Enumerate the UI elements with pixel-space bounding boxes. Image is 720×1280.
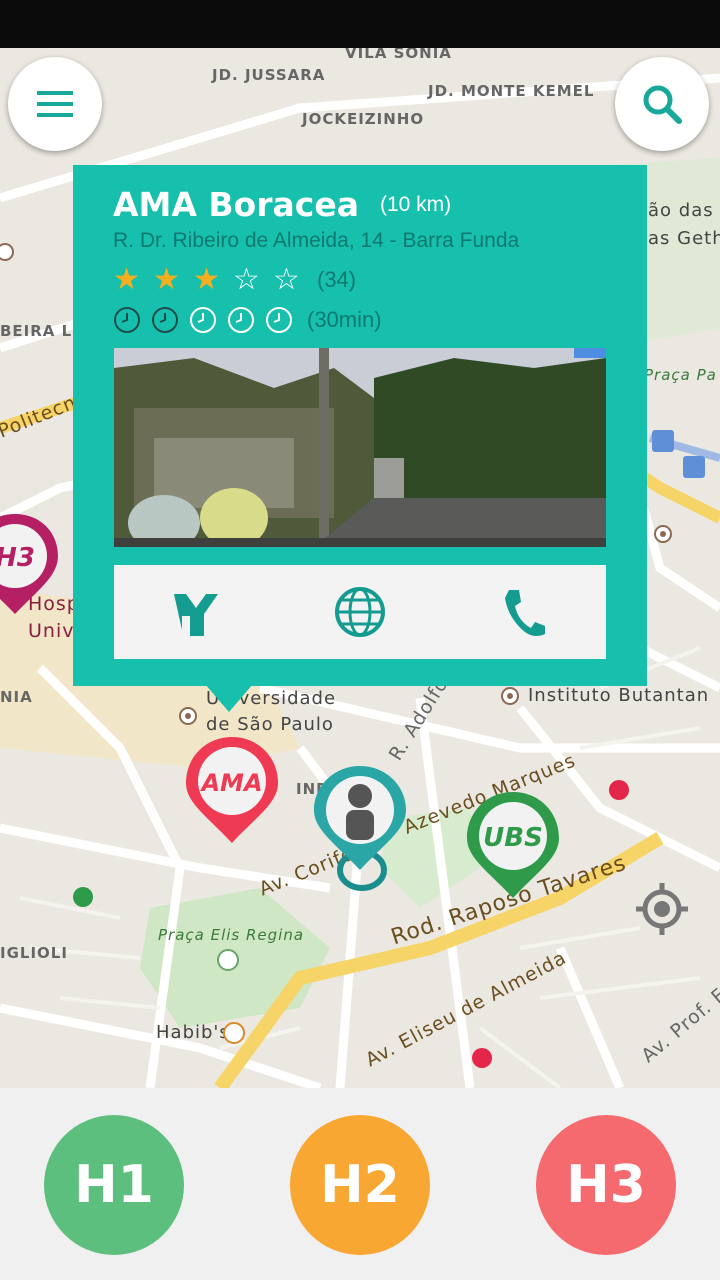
star-filled-icon: ★ [153,262,180,297]
search-button[interactable] [615,57,709,151]
clock-icon [151,305,189,335]
wait-time-text: (30min) [307,307,382,332]
website-button[interactable] [315,572,405,652]
h3-button[interactable]: H3 [536,1115,676,1255]
map-pin-icon: H3 [0,514,58,614]
clock-icon [113,305,151,335]
search-icon [643,85,682,124]
rating-row: ★ ★ ★ ☆ ☆ (34) [113,265,356,295]
map-pin-icon: AMA [186,737,278,843]
call-button[interactable] [479,572,569,652]
locate-button[interactable] [634,881,690,941]
h2-button[interactable]: H2 [290,1115,430,1255]
menu-button[interactable] [8,57,102,151]
directions-button[interactable] [151,572,241,652]
wait-time-row: (30min) [113,305,382,335]
map-marker-ubs[interactable]: UBS [465,788,561,904]
directions-icon [174,594,218,636]
status-bar [0,0,720,48]
h1-button[interactable]: H1 [44,1115,184,1255]
svg-text:UBS: UBS [483,823,543,853]
star-empty-icon: ☆ [233,262,260,297]
star-filled-icon: ★ [113,262,140,297]
map-marker-ama[interactable]: AMA [184,733,280,849]
menu-icon [37,91,73,117]
clock-icon [265,305,303,335]
globe-icon [335,587,385,637]
action-bar [114,565,606,659]
bottom-bar: H1 H2 H3 [0,1088,720,1280]
clock-icon [189,305,227,335]
star-empty-icon: ☆ [273,262,300,297]
crosshair-icon [636,883,688,935]
map-marker-user[interactable] [312,762,408,906]
rating-count: (34) [317,267,357,292]
svg-text:H3: H3 [0,543,35,573]
place-address: R. Dr. Ribeiro de Almeida, 14 - Barra Fu… [113,229,520,252]
place-distance: (10 km) [380,193,452,216]
star-filled-icon: ★ [193,262,220,297]
map-marker-h3[interactable]: H3 [0,510,60,624]
phone-icon [505,590,545,636]
map-pin-icon: UBS [467,792,559,898]
card-pointer [205,684,253,712]
place-title: AMA Boracea [113,185,359,224]
svg-text:AMA: AMA [199,769,262,797]
street-photo-image [114,348,606,547]
clock-icon [227,305,265,335]
user-location-icon [314,766,406,891]
place-info-card[interactable]: AMA Boracea (10 km) R. Dr. Ribeiro de Al… [73,165,647,712]
street-view-photo[interactable] [114,348,606,547]
